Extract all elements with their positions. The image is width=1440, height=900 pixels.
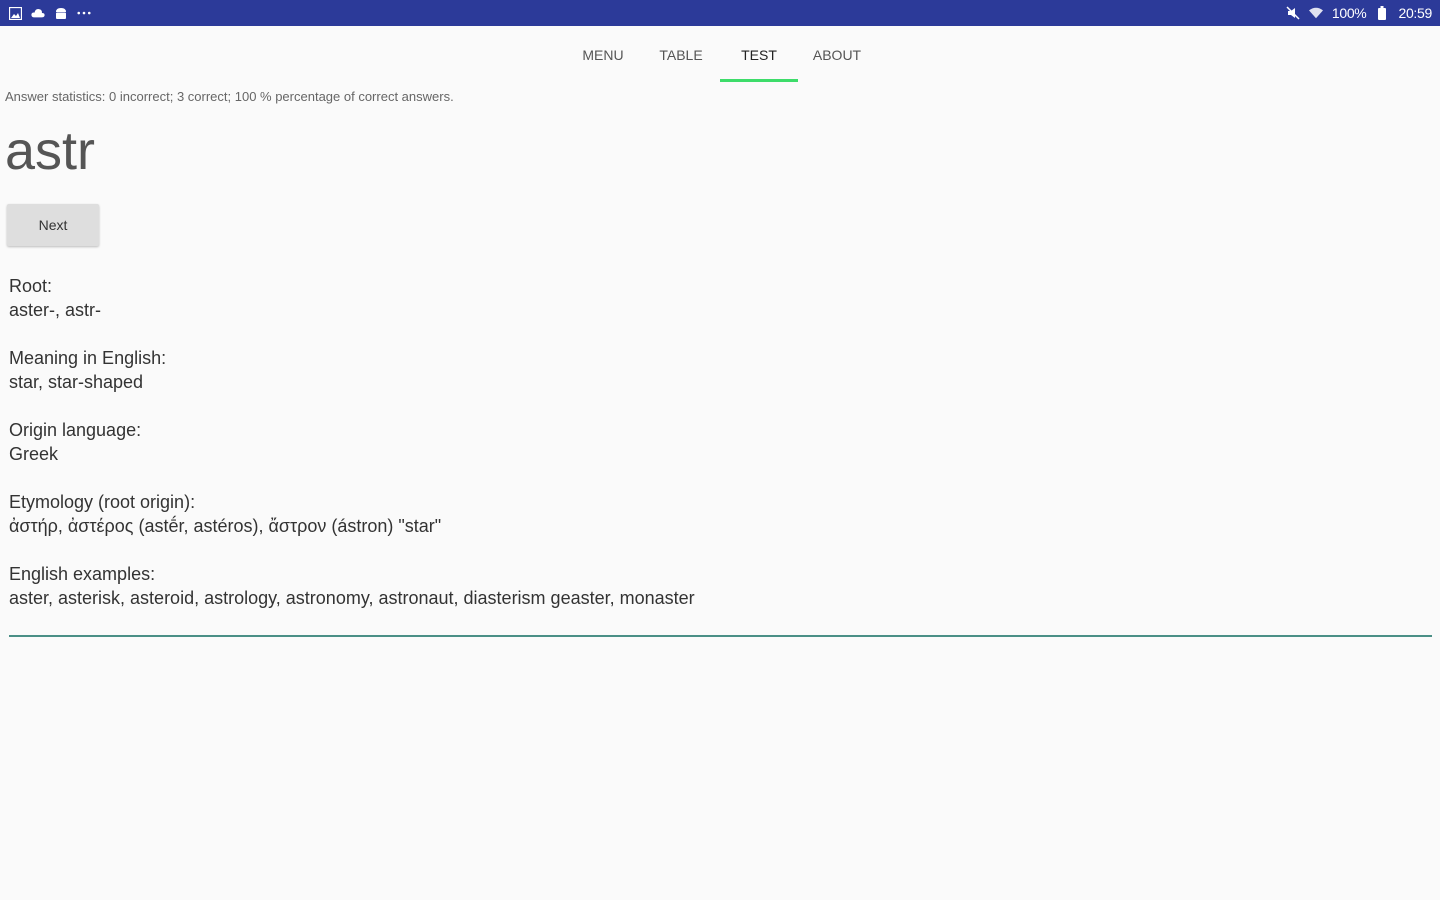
etymology-value: ἀστήρ, ἀστέρος (astḗr, astéros), ἄστρον …	[9, 516, 442, 536]
tab-menu[interactable]: MENU	[564, 28, 642, 82]
next-button[interactable]: Next	[7, 204, 99, 246]
meaning-block: Meaning in English: star, star-shaped	[9, 346, 695, 394]
answer-input[interactable]	[9, 635, 1432, 637]
origin-label: Origin language:	[9, 420, 142, 440]
status-bar-notifications	[8, 6, 91, 20]
wifi-icon	[1308, 6, 1323, 20]
cloud-icon	[31, 6, 45, 20]
status-bar-system: 100% 20:59	[1286, 5, 1432, 21]
clock: 20:59	[1398, 5, 1432, 21]
examples-label: English examples:	[9, 564, 156, 584]
status-bar: 100% 20:59	[0, 0, 1440, 26]
meaning-value: star, star-shaped	[9, 372, 144, 392]
root-label: Root:	[9, 276, 53, 296]
mute-icon	[1286, 6, 1300, 20]
root-value: aster-, astr-	[9, 300, 102, 320]
tab-test[interactable]: TEST	[720, 28, 798, 82]
etymology-block: Etymology (root origin): ἀστήρ, ἀστέρος …	[9, 490, 695, 538]
gallery-icon	[8, 6, 22, 20]
root-info: Root: aster-, astr- Meaning in English: …	[9, 274, 695, 634]
battery-icon	[1375, 6, 1389, 20]
examples-block: English examples: aster, asterisk, aster…	[9, 562, 695, 610]
etymology-label: Etymology (root origin):	[9, 492, 196, 512]
tab-about[interactable]: ABOUT	[798, 28, 876, 82]
examples-value: aster, asterisk, asteroid, astrology, as…	[9, 588, 695, 608]
android-icon	[54, 6, 68, 20]
tab-table[interactable]: TABLE	[642, 28, 720, 82]
more-icon	[77, 6, 91, 20]
battery-percent: 100%	[1331, 5, 1367, 21]
origin-value: Greek	[9, 444, 59, 464]
origin-block: Origin language: Greek	[9, 418, 695, 466]
root-block: Root: aster-, astr-	[9, 274, 695, 322]
tab-bar: MENU TABLE TEST ABOUT	[0, 28, 1440, 82]
meaning-label: Meaning in English:	[9, 348, 167, 368]
answer-statistics: Answer statistics: 0 incorrect; 3 correc…	[5, 89, 454, 104]
question-root-word: astr	[5, 121, 96, 181]
